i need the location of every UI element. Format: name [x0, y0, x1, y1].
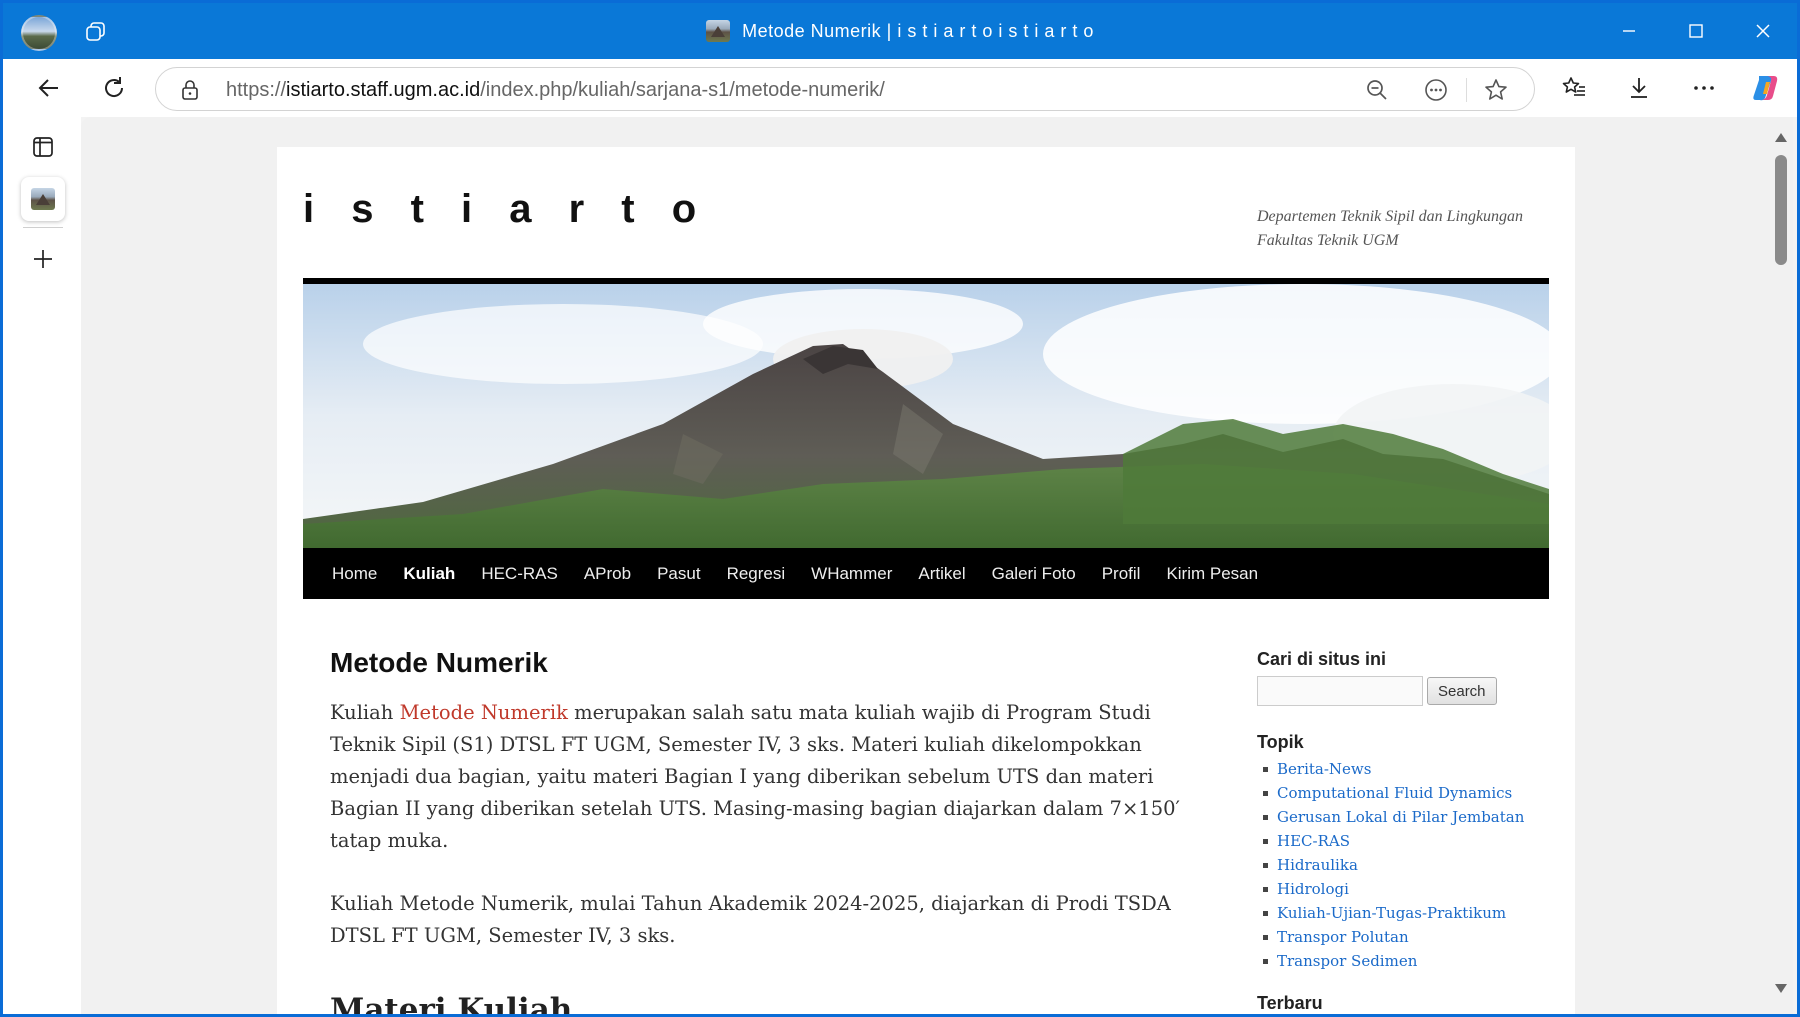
- section-heading-materi: Materi Kuliah: [330, 992, 573, 1017]
- download-icon: [1631, 78, 1647, 98]
- search-form: Search: [1257, 676, 1547, 706]
- topik-item-hec-ras[interactable]: HEC-RAS: [1257, 829, 1547, 853]
- favorites-button[interactable]: [1553, 67, 1595, 109]
- close-button[interactable]: [1730, 3, 1796, 59]
- nav-kuliah[interactable]: Kuliah: [390, 548, 468, 599]
- search-button[interactable]: Search: [1427, 677, 1497, 705]
- intro-text-start: Kuliah: [330, 701, 400, 724]
- copilot-icon: [1753, 76, 1778, 101]
- page-scrollbar[interactable]: [1769, 117, 1793, 1014]
- site-description: Departemen Teknik Sipil dan Lingkungan F…: [1257, 208, 1524, 249]
- topik-item-kuliah-ujian[interactable]: Kuliah-Ujian-Tugas-Praktikum: [1257, 901, 1547, 925]
- second-paragraph: Kuliah Metode Numerik, mulai Tahun Akade…: [330, 892, 1171, 947]
- nav-aprob[interactable]: AProb: [571, 548, 644, 599]
- topik-item-cfd[interactable]: Computational Fluid Dynamics: [1257, 781, 1547, 805]
- nav-galeri-foto[interactable]: Galeri Foto: [979, 548, 1089, 599]
- sidebar: Cari di situs ini Search Topik Berita-Ne…: [1257, 649, 1547, 1014]
- topik-item-hidraulika[interactable]: Hidraulika: [1257, 853, 1547, 877]
- read-aloud-icon[interactable]: [1423, 77, 1449, 103]
- tab-separator: [23, 227, 63, 228]
- header-banner-image: [303, 284, 1549, 548]
- page-container: i s t i a r t o Departemen Teknik Sipil …: [277, 147, 1575, 1017]
- refresh-button[interactable]: [93, 67, 135, 109]
- nav-hec-ras[interactable]: HEC-RAS: [468, 548, 571, 599]
- url-prefix: https://: [226, 79, 287, 101]
- topik-item-gerusan-lokal[interactable]: Gerusan Lokal di Pilar Jembatan: [1257, 805, 1547, 829]
- lock-icon[interactable]: [180, 79, 200, 101]
- back-arrow-icon: [38, 79, 58, 97]
- downloads-button[interactable]: [1618, 67, 1660, 109]
- site-title[interactable]: i s t i a r t o: [303, 187, 709, 232]
- search-input[interactable]: [1257, 676, 1423, 706]
- active-tab-title: Metode Numerik | i s t i a r t o i s t i…: [3, 3, 1797, 59]
- scrollbar-thumb[interactable]: [1775, 155, 1787, 265]
- copilot-button[interactable]: [1745, 67, 1787, 109]
- metode-numerik-link[interactable]: Metode Numerik: [400, 701, 568, 724]
- web-viewport: i s t i a r t o Departemen Teknik Sipil …: [81, 117, 1771, 1017]
- zoom-out-icon[interactable]: [1364, 77, 1390, 103]
- address-divider: [1466, 78, 1467, 102]
- favorite-star-icon[interactable]: [1483, 77, 1509, 103]
- topik-widget-title: Topik: [1257, 732, 1304, 752]
- nav-kirim-pesan[interactable]: Kirim Pesan: [1153, 548, 1271, 599]
- scroll-down-arrow-icon[interactable]: [1775, 984, 1787, 993]
- site-favicon-icon: [706, 20, 731, 42]
- more-button[interactable]: [1683, 67, 1725, 109]
- scroll-up-arrow-icon[interactable]: [1775, 133, 1787, 142]
- maximize-button[interactable]: [1663, 3, 1729, 59]
- tab-metode-numerik[interactable]: [21, 177, 65, 221]
- site-favicon-icon: [31, 188, 55, 210]
- url-text[interactable]: https://istiarto.staff.ugm.ac.id/index.p…: [226, 79, 885, 102]
- main-content: Metode Numerik Kuliah Metode Numerik mer…: [330, 647, 1180, 1017]
- nav-regresi[interactable]: Regresi: [714, 548, 799, 599]
- sidebar-toggle-icon[interactable]: [21, 125, 65, 169]
- intro-paragraph: Kuliah Metode Numerik merupakan salah sa…: [330, 697, 1180, 857]
- nav-whammer[interactable]: WHammer: [798, 548, 905, 599]
- url-domain: istiarto.staff.ugm.ac.id: [286, 79, 481, 101]
- favorites-list-icon: [1562, 77, 1585, 96]
- nav-artikel[interactable]: Artikel: [905, 548, 978, 599]
- topik-item-transpor-polutan[interactable]: Transpor Polutan: [1257, 925, 1547, 949]
- nav-profil[interactable]: Profil: [1089, 548, 1154, 599]
- topik-item-berita-news[interactable]: Berita-News: [1257, 757, 1547, 781]
- page-title: Metode Numerik: [330, 647, 548, 678]
- search-widget-title: Cari di situs ini: [1257, 649, 1387, 669]
- new-tab-plus-icon[interactable]: [21, 237, 65, 281]
- window-title: Metode Numerik | i s t i a r t o i s t i…: [742, 20, 1094, 41]
- nav-pasut[interactable]: Pasut: [644, 548, 713, 599]
- topik-item-hidrologi[interactable]: Hidrologi: [1257, 877, 1547, 901]
- browser-window: Metode Numerik | i s t i a r t o i s t i…: [0, 0, 1800, 1017]
- topik-list: Berita-News Computational Fluid Dynamics…: [1257, 757, 1547, 973]
- title-bar: Metode Numerik | i s t i a r t o i s t i…: [3, 3, 1797, 59]
- nav-home[interactable]: Home: [319, 548, 390, 599]
- more-icon: [1694, 86, 1714, 90]
- url-path: /index.php/kuliah/sarjana-s1/metode-nume…: [480, 79, 885, 101]
- topik-item-transpor-sedimen[interactable]: Transpor Sedimen: [1257, 949, 1547, 973]
- browser-toolbar: https://istiarto.staff.ugm.ac.id/index.p…: [3, 59, 1797, 117]
- back-button[interactable]: [28, 67, 70, 109]
- minimize-button[interactable]: [1596, 3, 1662, 59]
- refresh-icon: [105, 77, 124, 97]
- address-bar[interactable]: https://istiarto.staff.ugm.ac.id/index.p…: [155, 67, 1535, 111]
- main-nav: Home Kuliah HEC-RAS AProb Pasut Regresi …: [303, 548, 1549, 599]
- terbaru-widget-title: Terbaru: [1257, 993, 1323, 1013]
- vertical-tab-strip: [3, 117, 81, 1014]
